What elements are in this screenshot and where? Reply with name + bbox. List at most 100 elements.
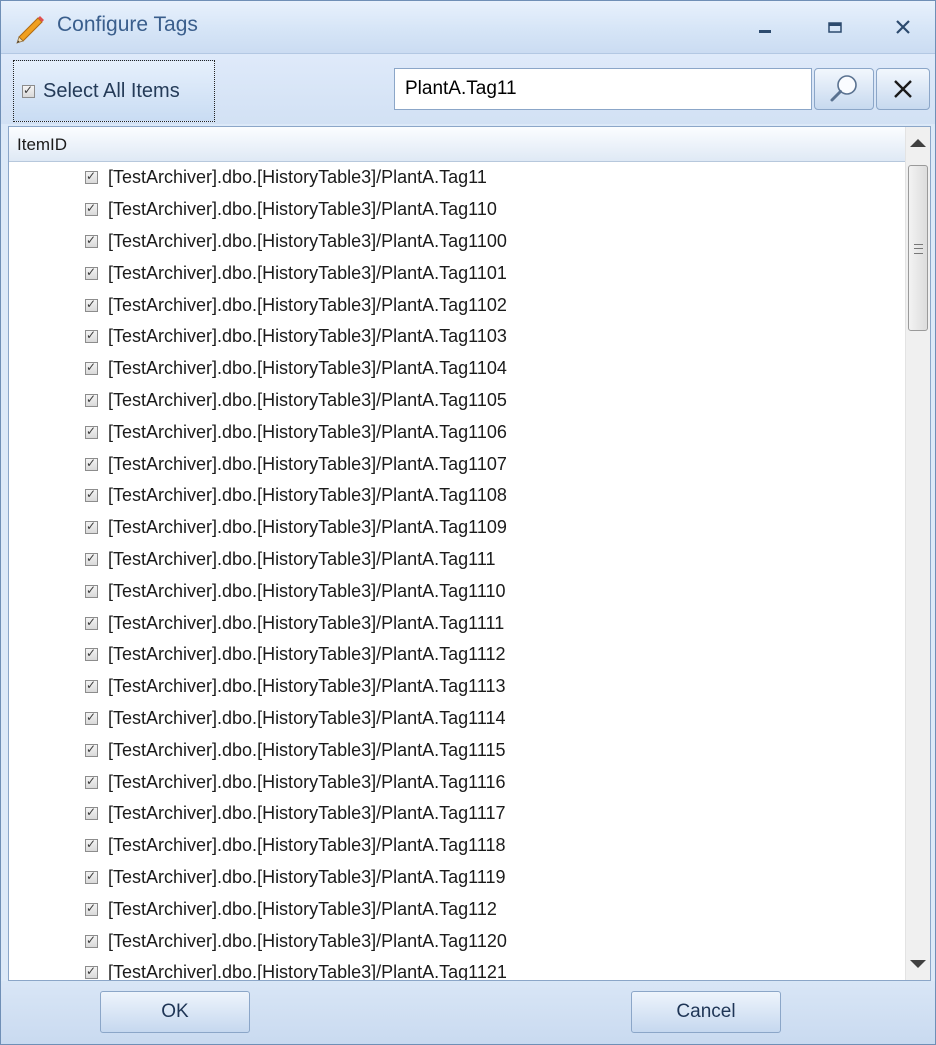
- minimize-button[interactable]: [745, 9, 785, 45]
- item-checkbox[interactable]: [85, 201, 98, 217]
- scroll-thumb[interactable]: [908, 165, 928, 331]
- maximize-icon: [828, 22, 842, 33]
- column-header-label: ItemID: [17, 135, 68, 154]
- list-item[interactable]: [TestArchiver].dbo.[HistoryTable3]/Plant…: [9, 544, 905, 576]
- window-title: Configure Tags: [57, 13, 198, 36]
- item-checkbox[interactable]: [85, 297, 98, 312]
- grip-icon: [914, 244, 923, 254]
- list-item[interactable]: [TestArchiver].dbo.[HistoryTable3]/Plant…: [9, 639, 905, 671]
- item-id-text: [TestArchiver].dbo.[HistoryTable3]/Plant…: [108, 389, 507, 410]
- toolbar: Select All Items: [1, 54, 935, 124]
- list-item[interactable]: [TestArchiver].dbo.[HistoryTable3]/Plant…: [9, 830, 905, 862]
- search-input[interactable]: [394, 68, 812, 110]
- item-checkbox[interactable]: [85, 805, 98, 821]
- item-checkbox[interactable]: [85, 328, 98, 344]
- item-id-text: [TestArchiver].dbo.[HistoryTable3]/Plant…: [108, 707, 506, 728]
- vertical-scrollbar[interactable]: [905, 127, 930, 980]
- item-id-text: [TestArchiver].dbo.[HistoryTable3]/Plant…: [108, 612, 505, 633]
- item-checkbox[interactable]: [85, 551, 98, 566]
- item-checkbox[interactable]: [85, 837, 98, 853]
- dialog-footer: OK Cancel: [1, 981, 935, 1044]
- scroll-up-icon[interactable]: [910, 139, 926, 147]
- item-id-text: [TestArchiver].dbo.[HistoryTable3]/Plant…: [108, 866, 506, 887]
- item-id-text: [TestArchiver].dbo.[HistoryTable3]/Plant…: [108, 262, 507, 283]
- list-item[interactable]: [TestArchiver].dbo.[HistoryTable3]/Plant…: [9, 162, 905, 194]
- item-id-text: [TestArchiver].dbo.[HistoryTable3]/Plant…: [108, 676, 506, 697]
- list-item[interactable]: [TestArchiver].dbo.[HistoryTable3]/Plant…: [9, 957, 905, 980]
- close-icon: [896, 20, 910, 34]
- item-id-text: [TestArchiver].dbo.[HistoryTable3]/Plant…: [108, 358, 507, 379]
- title-bar[interactable]: Configure Tags: [1, 1, 935, 54]
- item-id-text: [TestArchiver].dbo.[HistoryTable3]/Plant…: [108, 835, 506, 856]
- item-id-text: [TestArchiver].dbo.[HistoryTable3]/Plant…: [108, 548, 496, 569]
- list-item[interactable]: [TestArchiver].dbo.[HistoryTable3]/Plant…: [9, 607, 905, 639]
- item-checkbox[interactable]: [85, 646, 98, 662]
- item-checkbox[interactable]: [85, 710, 98, 725]
- list-item[interactable]: [TestArchiver].dbo.[HistoryTable3]/Plant…: [9, 194, 905, 226]
- item-checkbox[interactable]: [85, 678, 98, 694]
- item-id-text: [TestArchiver].dbo.[HistoryTable3]/Plant…: [108, 739, 506, 760]
- item-id-text: [TestArchiver].dbo.[HistoryTable3]/Plant…: [108, 517, 507, 538]
- item-checkbox[interactable]: [85, 964, 98, 980]
- minimize-icon: [759, 30, 771, 33]
- list-item[interactable]: [TestArchiver].dbo.[HistoryTable3]/Plant…: [9, 925, 905, 957]
- list-item[interactable]: [TestArchiver].dbo.[HistoryTable3]/Plant…: [9, 575, 905, 607]
- cancel-button[interactable]: Cancel: [631, 991, 781, 1033]
- list-item[interactable]: [TestArchiver].dbo.[HistoryTable3]/Plant…: [9, 321, 905, 353]
- item-checkbox[interactable]: [85, 901, 98, 916]
- search-button[interactable]: [814, 68, 874, 110]
- clear-search-button[interactable]: [876, 68, 930, 110]
- list-item[interactable]: [TestArchiver].dbo.[HistoryTable3]/Plant…: [9, 671, 905, 703]
- item-id-text: [TestArchiver].dbo.[HistoryTable3]/Plant…: [108, 580, 506, 601]
- item-checkbox[interactable]: [85, 392, 98, 407]
- list-item[interactable]: [TestArchiver].dbo.[HistoryTable3]/Plant…: [9, 480, 905, 512]
- list-item[interactable]: [TestArchiver].dbo.[HistoryTable3]/Plant…: [9, 289, 905, 321]
- list-item[interactable]: [TestArchiver].dbo.[HistoryTable3]/Plant…: [9, 385, 905, 417]
- item-id-text: [TestArchiver].dbo.[HistoryTable3]/Plant…: [108, 962, 507, 980]
- list-item[interactable]: [TestArchiver].dbo.[HistoryTable3]/Plant…: [9, 703, 905, 735]
- item-checkbox[interactable]: [85, 933, 98, 948]
- item-checkbox[interactable]: [85, 360, 98, 376]
- maximize-button[interactable]: [815, 9, 855, 45]
- list-item[interactable]: [TestArchiver].dbo.[HistoryTable3]/Plant…: [9, 353, 905, 385]
- item-id-text: [TestArchiver].dbo.[HistoryTable3]/Plant…: [108, 930, 507, 951]
- select-all-check-icon[interactable]: [22, 83, 35, 98]
- item-checkbox[interactable]: [85, 265, 98, 280]
- close-button[interactable]: [883, 9, 923, 45]
- list-item[interactable]: [TestArchiver].dbo.[HistoryTable3]/Plant…: [9, 798, 905, 830]
- item-checkbox[interactable]: [85, 615, 98, 630]
- column-header-itemid[interactable]: ItemID: [9, 127, 905, 162]
- list-item[interactable]: [TestArchiver].dbo.[HistoryTable3]/Plant…: [9, 512, 905, 544]
- item-id-text: [TestArchiver].dbo.[HistoryTable3]/Plant…: [108, 294, 507, 315]
- list-item[interactable]: [TestArchiver].dbo.[HistoryTable3]/Plant…: [9, 416, 905, 448]
- magnifier-icon: [830, 75, 857, 102]
- item-checkbox[interactable]: [85, 456, 98, 471]
- items-list: [TestArchiver].dbo.[HistoryTable3]/Plant…: [9, 162, 905, 980]
- item-checkbox[interactable]: [85, 169, 98, 185]
- configure-tags-dialog: Configure Tags Select All Items ItemI: [0, 0, 936, 1045]
- item-checkbox[interactable]: [85, 583, 98, 598]
- item-checkbox[interactable]: [85, 487, 98, 503]
- list-item[interactable]: [TestArchiver].dbo.[HistoryTable3]/Plant…: [9, 862, 905, 894]
- list-item[interactable]: [TestArchiver].dbo.[HistoryTable3]/Plant…: [9, 226, 905, 258]
- item-checkbox[interactable]: [85, 233, 98, 248]
- list-item[interactable]: [TestArchiver].dbo.[HistoryTable3]/Plant…: [9, 893, 905, 925]
- item-id-text: [TestArchiver].dbo.[HistoryTable3]/Plant…: [108, 803, 506, 824]
- select-all-checkbox[interactable]: Select All Items: [13, 60, 215, 122]
- item-id-text: [TestArchiver].dbo.[HistoryTable3]/Plant…: [108, 199, 497, 220]
- pencil-icon: [16, 16, 44, 44]
- list-item[interactable]: [TestArchiver].dbo.[HistoryTable3]/Plant…: [9, 448, 905, 480]
- item-checkbox[interactable]: [85, 742, 98, 757]
- list-item[interactable]: [TestArchiver].dbo.[HistoryTable3]/Plant…: [9, 257, 905, 289]
- list-item[interactable]: [TestArchiver].dbo.[HistoryTable3]/Plant…: [9, 734, 905, 766]
- list-item[interactable]: [TestArchiver].dbo.[HistoryTable3]/Plant…: [9, 766, 905, 798]
- item-checkbox[interactable]: [85, 424, 98, 439]
- scroll-down-icon[interactable]: [910, 960, 926, 968]
- item-id-text: [TestArchiver].dbo.[HistoryTable3]/Plant…: [108, 326, 507, 347]
- item-checkbox[interactable]: [85, 519, 98, 535]
- select-all-label: Select All Items: [43, 79, 180, 102]
- item-checkbox[interactable]: [85, 774, 98, 789]
- item-checkbox[interactable]: [85, 869, 98, 884]
- ok-button[interactable]: OK: [100, 991, 250, 1033]
- item-id-text: [TestArchiver].dbo.[HistoryTable3]/Plant…: [108, 771, 506, 792]
